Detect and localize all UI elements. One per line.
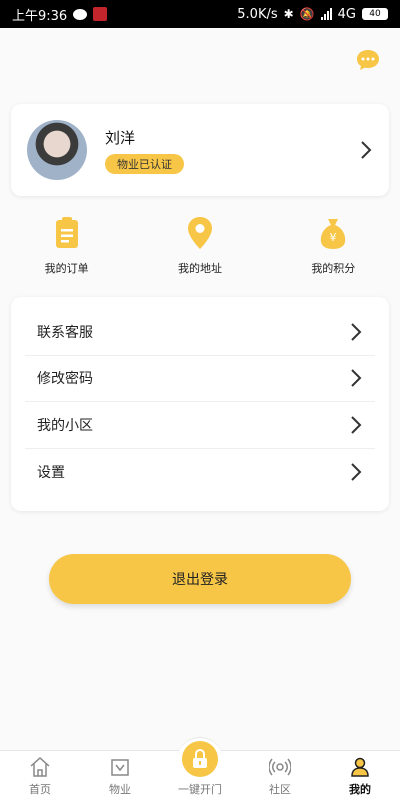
chevron-right-icon[interactable] — [359, 140, 373, 160]
battery-level: 40 — [369, 9, 381, 19]
quick-points[interactable]: ¥ 我的积分 — [267, 216, 400, 280]
chevron-right-icon — [351, 416, 362, 434]
profile-name: 刘洋 — [105, 128, 136, 147]
signal-icon — [320, 8, 332, 20]
tab-label: 社区 — [269, 783, 291, 796]
quick-address-label: 我的地址 — [177, 262, 222, 275]
clipboard-icon — [55, 217, 78, 248]
chevron-right-icon — [351, 369, 362, 387]
profile-info: 刘洋 物业已认证 — [105, 127, 359, 174]
wechat-icon — [73, 8, 88, 20]
tab-community[interactable]: 社区 — [240, 751, 320, 800]
quick-points-label: 我的积分 — [311, 262, 356, 275]
net-speed: 5.0K/s — [237, 6, 278, 22]
menu-contact-service[interactable]: 联系客服 — [25, 309, 375, 356]
menu-label: 设置 — [37, 464, 65, 481]
menu-my-community[interactable]: 我的小区 — [25, 402, 375, 449]
mute-icon: 🔕 — [299, 7, 315, 21]
tab-open-door[interactable]: 一键开门 — [160, 737, 240, 800]
menu-card: 联系客服 修改密码 我的小区 设置 — [11, 297, 389, 511]
tab-bar: 首页 物业 一键开门 社区 我的 — [0, 737, 400, 800]
chevron-right-icon — [351, 463, 362, 481]
network-type: 4G — [337, 6, 356, 22]
tab-mine[interactable]: 我的 — [320, 751, 400, 800]
menu-change-password[interactable]: 修改密码 — [25, 356, 375, 402]
location-pin-icon — [187, 217, 212, 249]
quick-orders[interactable]: 我的订单 — [0, 216, 133, 280]
money-bag-icon: ¥ — [321, 219, 346, 249]
quick-orders-label: 我的订单 — [44, 262, 89, 275]
quick-actions: 我的订单 我的地址 ¥ 我的积分 — [0, 216, 400, 280]
quick-address[interactable]: 我的地址 — [133, 216, 266, 280]
menu-settings[interactable]: 设置 — [25, 449, 375, 496]
app-notification-icon — [93, 7, 108, 21]
tab-label: 首页 — [29, 783, 51, 796]
menu-label: 我的小区 — [37, 417, 93, 434]
logout-button[interactable]: 退出登录 — [49, 554, 351, 604]
open-door-button[interactable] — [182, 741, 218, 777]
property-icon — [111, 759, 129, 776]
menu-label: 修改密码 — [37, 371, 93, 388]
bluetooth-icon: ✱ — [283, 7, 294, 21]
chevron-right-icon — [351, 323, 362, 341]
tab-home[interactable]: 首页 — [0, 751, 80, 800]
battery-icon: 40 — [362, 8, 388, 20]
svg-text:¥: ¥ — [330, 231, 337, 244]
verified-badge: 物业已认证 — [105, 153, 184, 174]
tab-label: 一键开门 — [178, 783, 222, 796]
status-bar: 上午9:36 5.0K/s ✱ 🔕 4G 40 — [0, 0, 400, 28]
chat-bubble-icon[interactable] — [356, 49, 380, 71]
broadcast-icon — [269, 758, 291, 776]
tab-label: 物业 — [109, 783, 131, 796]
status-time: 上午9:36 — [12, 8, 68, 24]
lock-icon — [193, 748, 207, 768]
menu-label: 联系客服 — [37, 324, 93, 341]
user-icon — [351, 757, 369, 777]
home-icon — [30, 756, 50, 777]
avatar[interactable] — [27, 120, 87, 180]
tab-property[interactable]: 物业 — [80, 751, 160, 800]
profile-card[interactable]: 刘洋 物业已认证 — [11, 104, 389, 196]
tab-label: 我的 — [349, 783, 371, 796]
